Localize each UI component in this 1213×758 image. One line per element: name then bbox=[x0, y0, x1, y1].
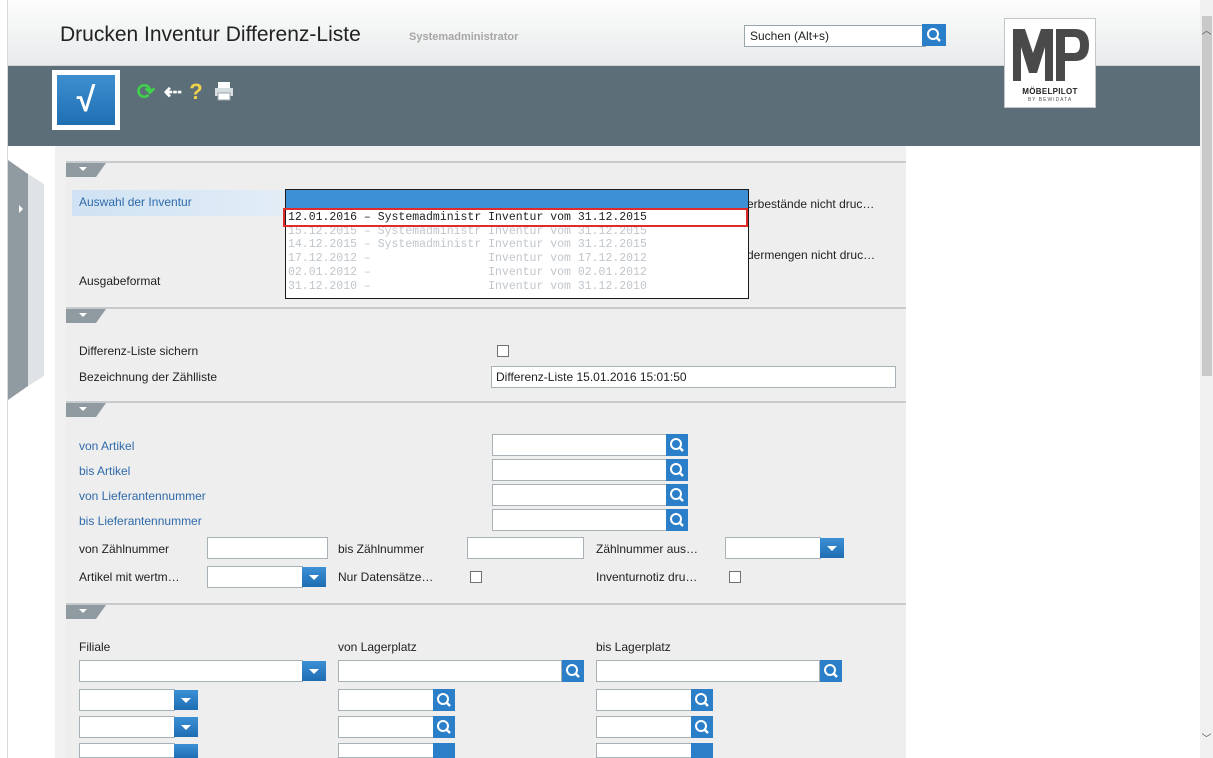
bis-lagerplatz-input[interactable] bbox=[596, 743, 692, 758]
lagerbestaende-option-label: erbestände nicht druc… bbox=[747, 197, 875, 211]
bezeichnung-label: Bezeichnung der Zählliste bbox=[79, 370, 218, 384]
help-icon[interactable]: ? bbox=[184, 80, 208, 104]
chevron-down-icon[interactable] bbox=[302, 567, 326, 587]
search-icon[interactable] bbox=[433, 716, 455, 738]
filiale-select[interactable] bbox=[79, 660, 303, 682]
artikel-wertm-label: Artikel mit wertm… bbox=[79, 570, 180, 584]
dropdown-option[interactable]: 02.01.2012 – Inventur vom 02.01.2012 bbox=[288, 266, 746, 279]
sichern-checkbox[interactable] bbox=[497, 345, 509, 357]
bis-lagerplatz-input[interactable] bbox=[596, 660, 820, 682]
dropdown-option[interactable]: 31.12.2010 – Inventur vom 31.12.2010 bbox=[288, 280, 746, 293]
checkmark-icon: √ bbox=[57, 75, 115, 125]
bis-artikel-label: bis Artikel bbox=[79, 464, 131, 478]
von-lagerplatz-input[interactable] bbox=[338, 660, 562, 682]
back-icon[interactable]: ⇠ bbox=[161, 80, 185, 104]
von-zaehlnummer-input[interactable] bbox=[207, 537, 328, 559]
printer-shape bbox=[215, 82, 233, 101]
print-icon[interactable] bbox=[212, 80, 236, 104]
search-icon[interactable] bbox=[666, 459, 688, 481]
bis-lagerplatz-label: bis Lagerplatz bbox=[596, 640, 671, 654]
page-title: Drucken Inventur Differenz-Liste bbox=[60, 23, 361, 46]
von-lagerplatz-label: von Lagerplatz bbox=[338, 640, 417, 654]
bis-artikel-input[interactable] bbox=[492, 459, 668, 481]
logo-name: MÖBELPILOT bbox=[1022, 87, 1078, 96]
refresh-icon[interactable]: ⟳ bbox=[134, 80, 158, 104]
chevron-down-icon[interactable] bbox=[820, 538, 844, 558]
search-icon[interactable] bbox=[666, 484, 688, 506]
von-lagerplatz-input[interactable] bbox=[338, 716, 434, 738]
scrollbar-thumb[interactable] bbox=[1202, 16, 1212, 376]
zaehlnummer-aus-label: Zählnummer aus… bbox=[596, 542, 699, 556]
bezeichnung-input[interactable]: Differenz-Liste 15.01.2016 15:01:50 bbox=[491, 366, 896, 388]
von-artikel-input[interactable] bbox=[492, 434, 668, 456]
search-button[interactable] bbox=[922, 24, 946, 46]
scroll-down-icon[interactable]: ﹀ bbox=[1200, 730, 1213, 745]
filiale-select[interactable] bbox=[79, 743, 175, 758]
auswahl-inventur-label: Auswahl der Inventur bbox=[79, 195, 192, 209]
search-icon[interactable] bbox=[666, 434, 688, 456]
inventurnotiz-label: Inventurnotiz dru… bbox=[596, 570, 698, 584]
sichern-label: Differenz-Liste sichern bbox=[79, 344, 199, 358]
left-border bbox=[0, 0, 8, 758]
inventur-dropdown-list[interactable]: 12.01.2016 – Systemadministr Inventur vo… bbox=[285, 189, 749, 299]
mindermengen-option-label: dermengen nicht druc… bbox=[747, 248, 876, 262]
side-panel-toggle[interactable] bbox=[8, 160, 44, 400]
current-user: Systemadministrator bbox=[409, 31, 519, 43]
search-icon[interactable] bbox=[691, 716, 713, 738]
filiale-select[interactable] bbox=[79, 716, 175, 738]
inventurnotiz-checkbox[interactable] bbox=[729, 571, 741, 583]
collapse-toggle[interactable] bbox=[66, 163, 106, 177]
von-artikel-label: von Artikel bbox=[79, 439, 135, 453]
ausgabeformat-label: Ausgabeformat bbox=[79, 274, 161, 288]
filiale-label: Filiale bbox=[79, 640, 111, 654]
chevron-down-icon[interactable] bbox=[302, 661, 326, 681]
bis-lagerplatz-input[interactable] bbox=[596, 689, 692, 711]
logo-subtitle: BY BEWIDATA bbox=[1027, 97, 1073, 103]
dropdown-selected-bar[interactable] bbox=[286, 190, 748, 208]
von-lagerplatz-input[interactable] bbox=[338, 743, 434, 758]
chevron-down-icon[interactable] bbox=[174, 717, 198, 737]
bis-lagerplatz-input[interactable] bbox=[596, 716, 692, 738]
mp-logo-mark bbox=[1011, 23, 1091, 85]
search-icon[interactable] bbox=[562, 660, 584, 682]
von-lieferant-label: von Lieferantennummer bbox=[79, 489, 206, 503]
selected-option-highlight bbox=[283, 208, 748, 227]
scroll-up-icon[interactable]: ︿ bbox=[1200, 22, 1213, 37]
zaehlnummer-aus-select[interactable] bbox=[725, 537, 821, 559]
chevron-down-icon[interactable] bbox=[174, 744, 198, 758]
search-icon[interactable] bbox=[433, 689, 455, 711]
nur-datensaetze-checkbox[interactable] bbox=[470, 571, 482, 583]
von-lieferant-input[interactable] bbox=[492, 484, 668, 506]
confirm-button[interactable]: √ bbox=[52, 70, 120, 130]
search-icon[interactable] bbox=[691, 689, 713, 711]
artikel-wertm-select[interactable] bbox=[207, 566, 303, 588]
dropdown-option[interactable]: 17.12.2012 – Inventur vom 17.12.2012 bbox=[288, 252, 746, 265]
chevron-down-icon[interactable] bbox=[174, 690, 198, 710]
right-panel bbox=[906, 146, 1200, 758]
bis-lieferant-label: bis Lieferantennummer bbox=[79, 514, 202, 528]
search-icon[interactable] bbox=[666, 509, 688, 531]
von-lagerplatz-input[interactable] bbox=[338, 689, 434, 711]
search-icon[interactable] bbox=[691, 743, 713, 758]
header: Drucken Inventur Differenz-Liste Systema… bbox=[8, 0, 1200, 146]
collapse-toggle[interactable] bbox=[66, 403, 106, 417]
bis-zaehlnummer-label: bis Zählnummer bbox=[338, 542, 425, 556]
dropdown-option[interactable]: 14.12.2015 – Systemadministr Inventur vo… bbox=[288, 238, 746, 251]
collapse-toggle[interactable] bbox=[66, 605, 106, 619]
search-icon bbox=[922, 24, 946, 46]
nur-datensaetze-label: Nur Datensätze… bbox=[338, 570, 434, 584]
collapse-toggle[interactable] bbox=[66, 309, 106, 323]
bis-lieferant-input[interactable] bbox=[492, 509, 668, 531]
search-icon[interactable] bbox=[820, 660, 842, 682]
logo: MÖBELPILOT BY BEWIDATA bbox=[1004, 18, 1096, 108]
search-icon[interactable] bbox=[433, 743, 455, 758]
von-zaehlnummer-label: von Zählnummer bbox=[79, 542, 170, 556]
filiale-select[interactable] bbox=[79, 689, 175, 711]
search-input[interactable]: Suchen (Alt+s) bbox=[744, 25, 926, 47]
bis-zaehlnummer-input[interactable] bbox=[467, 537, 584, 559]
